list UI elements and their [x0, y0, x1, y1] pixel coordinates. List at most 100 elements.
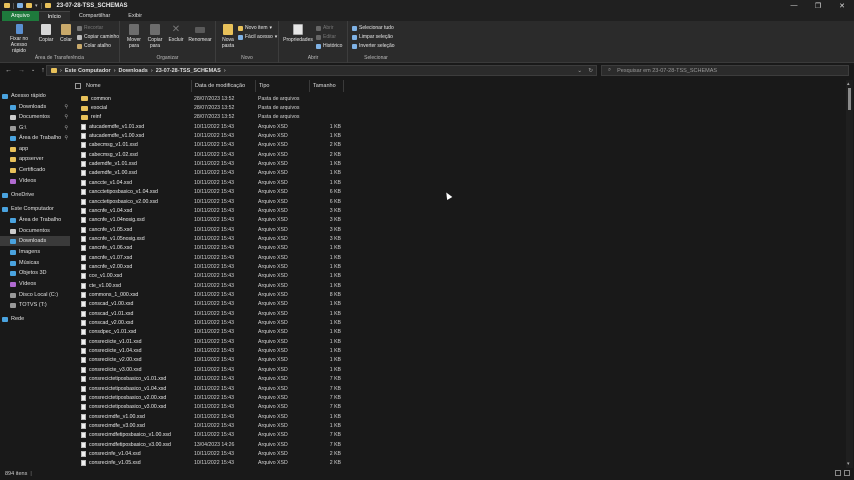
table-row[interactable]: conscad_v1.00.xsd 10/11/2022 15:43 Arquivo…: [72, 300, 847, 309]
breadcrumb-downloads[interactable]: Downloads: [119, 68, 148, 74]
column-size[interactable]: Tamanho: [310, 80, 344, 92]
tab-inicio[interactable]: Início: [38, 11, 70, 21]
scroll-up-arrow-icon[interactable]: ▴: [847, 81, 850, 87]
nav-item[interactable]: Downloads ⚲: [0, 102, 70, 112]
table-row[interactable]: cancctetiposbasico_v2.00.xsd 10/11/2022 1…: [72, 197, 847, 206]
table-row[interactable]: consrecimdfe_v1.00.xsd 10/11/2022 15:43 Ar…: [72, 412, 847, 421]
table-row[interactable]: consrecinfe_v1.05.xsd 10/11/2022 15:43 Arq…: [72, 459, 847, 468]
table-row[interactable]: esocial 28/07/2023 13:52 Pasta de arquivos: [72, 103, 847, 112]
history-button[interactable]: Histórico: [316, 43, 342, 49]
nav-item[interactable]: Rede: [0, 314, 70, 324]
table-row[interactable]: consrecimdfe_v3.00.xsd 10/11/2022 15:43 Ar…: [72, 421, 847, 430]
nav-item[interactable]: Certificado: [0, 165, 70, 175]
nav-item[interactable]: Área de Trabalho ⚲: [0, 133, 70, 143]
new-item-button[interactable]: Novo item ▾: [238, 25, 272, 31]
chevron-down-icon[interactable]: ▾: [35, 3, 38, 9]
table-row[interactable]: canccte_v1.04.xsd 10/11/2022 15:43 Arquivo…: [72, 178, 847, 187]
nav-item[interactable]: Documentos: [0, 226, 70, 236]
copy-button[interactable]: Copiar: [36, 24, 56, 43]
table-row[interactable]: consreciicte_v1.01.xsd 10/11/2022 15:43 Ar…: [72, 337, 847, 346]
chevron-down-icon[interactable]: ⌄: [577, 68, 582, 74]
details-view-icon[interactable]: [835, 470, 841, 476]
nav-item[interactable]: Disco Local (C:): [0, 290, 70, 300]
new-folder-button[interactable]: Nova pasta: [218, 24, 238, 49]
table-row[interactable]: cademdfe_v1.00.xsd 10/11/2022 15:43 Arquiv…: [72, 169, 847, 178]
search-input[interactable]: ⌕ Pesquisar em 23-07-28-TSS_SCHEMAS: [601, 65, 849, 76]
nav-item[interactable]: Imagens: [0, 247, 70, 257]
table-row[interactable]: atucademdfe_v1.01.xsd 10/11/2022 15:43 Arq…: [72, 122, 847, 131]
pin-quick-access-button[interactable]: Fixar no Acesso rápido: [4, 24, 34, 54]
table-row[interactable]: cancnfe_v1.05.xsd 10/11/2022 15:43 Arquivo…: [72, 225, 847, 234]
table-row[interactable]: cancctetiposbasico_v1.04.xsd 10/11/2022 1…: [72, 188, 847, 197]
nav-item[interactable]: Objetos 3D: [0, 268, 70, 278]
close-button[interactable]: ✕: [830, 0, 854, 11]
table-row[interactable]: atucademdfe_v1.00.xsd 10/11/2022 15:43 Arq…: [72, 131, 847, 140]
nav-item[interactable]: TOTVS (T:): [0, 300, 70, 310]
table-row[interactable]: conscad_v2.00.xsd 10/11/2022 15:43 Arquivo…: [72, 318, 847, 327]
select-all-checkbox[interactable]: [75, 83, 81, 89]
open-button[interactable]: Abrir: [316, 25, 334, 31]
table-row[interactable]: consreciicte_v3.00.xsd 10/11/2022 15:43 Ar…: [72, 365, 847, 374]
table-row[interactable]: cancnfe_v1.04.xsd 10/11/2022 15:43 Arquivo…: [72, 206, 847, 215]
address-bar[interactable]: › Este Computador › Downloads › 23-07-28…: [46, 65, 597, 76]
table-row[interactable]: cademdfe_v1.01.xsd 10/11/2022 15:43 Arquiv…: [72, 159, 847, 168]
table-row[interactable]: consrecimdfetiposbasico_v3.00.xsd 13/04/2…: [72, 440, 847, 449]
nav-item[interactable]: Área de Trabalho: [0, 215, 70, 225]
nav-item[interactable]: Este Computador: [0, 204, 70, 214]
table-row[interactable]: cancnfe_v1.06.xsd 10/11/2022 15:43 Arquivo…: [72, 244, 847, 253]
new-folder-icon[interactable]: [26, 3, 32, 8]
nav-item[interactable]: Documentos ⚲: [0, 112, 70, 122]
large-icons-view-icon[interactable]: [844, 470, 850, 476]
refresh-icon[interactable]: ↻: [588, 68, 593, 74]
table-row[interactable]: conscad_v1.01.xsd 10/11/2022 15:43 Arquivo…: [72, 309, 847, 318]
nav-item[interactable]: app: [0, 144, 70, 154]
edit-button[interactable]: Editar: [316, 34, 336, 40]
table-row[interactable]: cancnfe_v1.07.xsd 10/11/2022 15:43 Arquivo…: [72, 253, 847, 262]
table-row[interactable]: consrecinfe_v1.04.xsd 10/11/2022 15:43 Arq…: [72, 449, 847, 458]
nav-item[interactable]: Acesso rápido: [0, 91, 70, 101]
paste-shortcut-button[interactable]: Colar atalho: [77, 43, 111, 49]
vertical-scrollbar[interactable]: ▴ ▾: [846, 80, 853, 468]
paste-button[interactable]: Colar: [56, 24, 76, 43]
easy-access-button[interactable]: Fácil acesso ▾: [238, 34, 277, 40]
properties-icon[interactable]: [17, 3, 23, 8]
table-row[interactable]: consreciicte_v2.00.xsd 10/11/2022 15:43 Ar…: [72, 356, 847, 365]
table-row[interactable]: cte_v1.00.xsd 10/11/2022 15:43 Arquivo XSD…: [72, 281, 847, 290]
copy-to-button[interactable]: Copiar para: [145, 24, 165, 49]
table-row[interactable]: reinf 28/07/2023 13:52 Pasta de arquivos: [72, 113, 847, 122]
table-row[interactable]: cabecmsg_v1.01.xsd 10/11/2022 15:43 Arquiv…: [72, 141, 847, 150]
nav-item[interactable]: Músicas: [0, 258, 70, 268]
nav-item[interactable]: Downloads: [0, 236, 70, 246]
delete-button[interactable]: ✕ Excluir: [166, 24, 186, 43]
rename-button[interactable]: Renomear: [187, 24, 213, 43]
column-name[interactable]: Nome: [72, 80, 192, 92]
table-row[interactable]: consrecictetiposbasico_v1.04.xsd 10/11/20…: [72, 384, 847, 393]
table-row[interactable]: cancnfe_v2.00.xsd 10/11/2022 15:43 Arquivo…: [72, 262, 847, 271]
nav-item[interactable]: appserver: [0, 154, 70, 164]
scrollbar-thumb[interactable]: [848, 88, 851, 110]
table-row[interactable]: consrecictetiposbasico_v2.00.xsd 10/11/20…: [72, 393, 847, 402]
invert-selection-button[interactable]: Inverter seleção: [352, 43, 395, 49]
up-arrow-icon[interactable]: ↑: [41, 67, 45, 74]
table-row[interactable]: consrecimdfetiposbasico_v1.00.xsd 10/11/2…: [72, 431, 847, 440]
table-row[interactable]: commons_1_000.xsd 10/11/2022 15:43 Arquivo…: [72, 290, 847, 299]
nav-item[interactable]: Vídeos: [0, 279, 70, 289]
nav-item[interactable]: G:\ ⚲: [0, 123, 70, 133]
forward-arrow-icon[interactable]: →: [18, 67, 25, 74]
tab-exibir[interactable]: Exibir: [119, 11, 151, 21]
table-row[interactable]: consrecictetiposbasico_v1.01.xsd 10/11/20…: [72, 375, 847, 384]
select-all-button[interactable]: Selecionar tudo: [352, 25, 394, 31]
select-none-button[interactable]: Limpar seleção: [352, 34, 393, 40]
breadcrumb-current-folder[interactable]: 23-07-28-TSS_SCHEMAS: [156, 68, 221, 74]
chevron-down-icon[interactable]: ⌄: [31, 67, 35, 74]
table-row[interactable]: cce_v1.00.xsd 10/11/2022 15:43 Arquivo XSD…: [72, 272, 847, 281]
column-type[interactable]: Tipo: [256, 80, 310, 92]
minimize-button[interactable]: —: [782, 0, 806, 11]
back-arrow-icon[interactable]: ←: [5, 67, 12, 74]
tab-compartilhar[interactable]: Compartilhar: [70, 11, 119, 21]
scroll-down-arrow-icon[interactable]: ▾: [847, 461, 850, 467]
table-row[interactable]: cancnfe_v1.05nosig.xsd 10/11/2022 15:43 Ar…: [72, 234, 847, 243]
nav-item[interactable]: OneDrive: [0, 190, 70, 200]
table-row[interactable]: consrecictetiposbasico_v3.00.xsd 10/11/20…: [72, 403, 847, 412]
table-row[interactable]: common 28/07/2023 13:52 Pasta de arquivos: [72, 94, 847, 103]
